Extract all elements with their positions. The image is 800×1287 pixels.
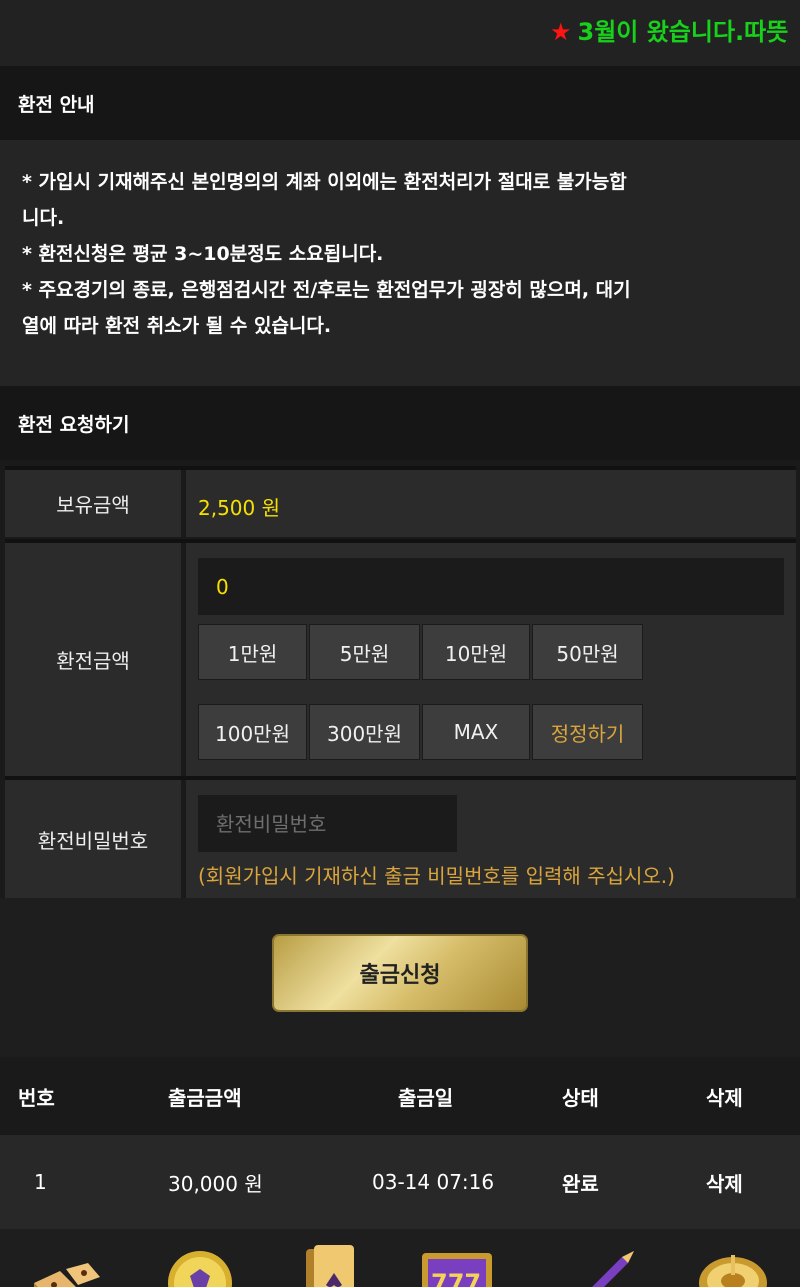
header-date: 출금일 <box>398 1085 454 1110</box>
reset-button[interactable]: 정정하기 <box>532 704 643 760</box>
notice-line: 열에 따라 환전 취소가 될 수 있습니다. <box>22 315 332 337</box>
ticker-text: ★ 3월이 왔습니다.따뜻 <box>550 12 788 47</box>
password-hint: (회원가입시 기재하신 출금 비밀번호를 입력해 주십시오.) <box>198 864 675 888</box>
notice-line: * 환전신청은 평균 3~10분정도 소요됩니다. <box>22 243 384 265</box>
max-button[interactable]: MAX <box>422 704 530 760</box>
header-no: 번호 <box>18 1085 55 1110</box>
balance-cell: 2,500 원 <box>186 470 796 537</box>
header-amount: 출금금액 <box>168 1085 242 1110</box>
row-date: 03-14 07:16 <box>372 1170 495 1194</box>
header-status: 상태 <box>562 1085 599 1110</box>
row-delete-button[interactable]: 삭제 <box>706 1135 743 1229</box>
add-100k-button[interactable]: 10만원 <box>422 624 530 680</box>
history-table-header: 번호 출금금액 출금일 상태 삭제 <box>0 1057 800 1135</box>
row-amount: 30,000 원 <box>168 1171 263 1196</box>
add-500k-button[interactable]: 50만원 <box>532 624 643 680</box>
row-status: 완료 <box>562 1171 599 1196</box>
header-delete: 삭제 <box>706 1085 743 1110</box>
game-menu-bar: 777 <box>0 1229 800 1287</box>
add-1m-button[interactable]: 100만원 <box>198 704 307 760</box>
svg-text:777: 777 <box>431 1269 481 1287</box>
soccer-ball-icon[interactable] <box>163 1243 237 1287</box>
rocket-icon[interactable] <box>562 1243 636 1287</box>
balance-value: 2,500 원 <box>198 496 281 520</box>
notice-header: 환전 안내 <box>0 66 800 140</box>
add-3m-button[interactable]: 300만원 <box>309 704 420 760</box>
request-header: 환전 요청하기 <box>0 386 800 460</box>
playing-cards-icon[interactable] <box>300 1243 374 1287</box>
add-50k-button[interactable]: 5만원 <box>309 624 420 680</box>
password-cell: (회원가입시 기재하신 출금 비밀번호를 입력해 주십시오.) <box>186 780 796 898</box>
roulette-icon[interactable] <box>696 1243 770 1287</box>
password-input[interactable] <box>198 795 457 852</box>
notice-text: * 가입시 기재해주신 본인명의의 계좌 이외에는 환전처리가 절대로 불가능합… <box>22 164 782 344</box>
table-row: 1 30,000 원 03-14 07:16 완료 삭제 <box>0 1135 800 1229</box>
notice-line: 니다. <box>22 207 65 229</box>
notice-panel: * 가입시 기재해주신 본인명의의 계좌 이외에는 환전처리가 절대로 불가능합… <box>0 140 800 386</box>
star-icon: ★ <box>550 18 572 46</box>
announcement-ticker: ★ 3월이 왔습니다.따뜻 <box>0 0 800 66</box>
add-10k-button[interactable]: 1만원 <box>198 624 307 680</box>
notice-line: * 주요경기의 종료, 은행점검시간 전/후로는 환전업무가 굉장히 많으며, … <box>22 279 631 301</box>
notice-title: 환전 안내 <box>18 94 95 116</box>
withdraw-submit-button[interactable]: 출금신청 <box>272 934 528 1012</box>
exchange-form: 보유금액 2,500 원 환전금액 1만원 5만원 10만원 50만원 100만… <box>0 460 800 898</box>
password-label: 환전비밀번호 <box>5 780 181 898</box>
amount-cell: 1만원 5만원 10만원 50만원 100만원 300만원 MAX 정정하기 <box>186 543 796 776</box>
amount-label: 환전금액 <box>5 543 181 776</box>
amount-input[interactable] <box>198 558 784 615</box>
ticker-message: 3월이 왔습니다.따뜻 <box>577 18 789 46</box>
notice-line: * 가입시 기재해주신 본인명의의 계좌 이외에는 환전처리가 절대로 불가능합 <box>22 171 627 193</box>
slot-machine-777-icon[interactable]: 777 <box>420 1243 494 1287</box>
balance-label: 보유금액 <box>5 470 181 537</box>
request-title: 환전 요청하기 <box>18 414 130 436</box>
dice-icon[interactable] <box>26 1243 100 1287</box>
row-no: 1 <box>34 1170 47 1194</box>
